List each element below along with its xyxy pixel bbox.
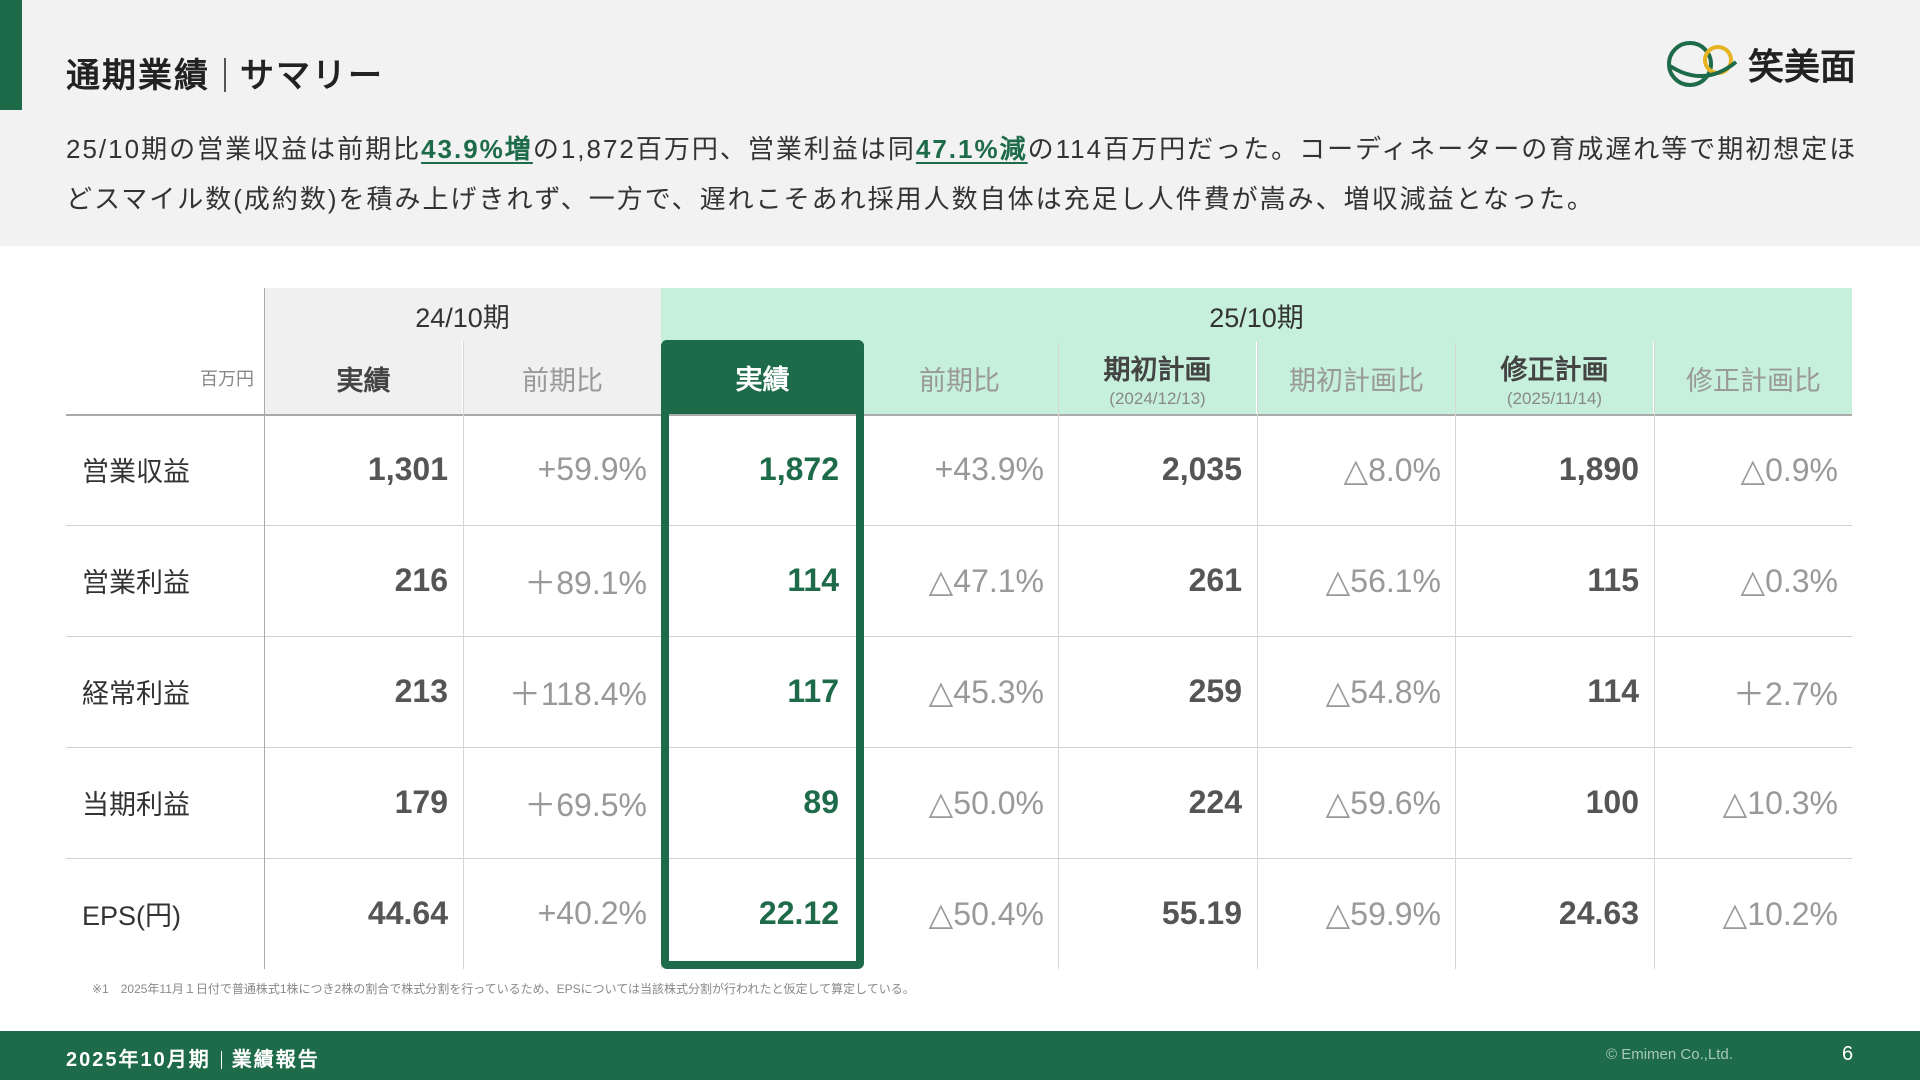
page-title: 通期業績 サマリー xyxy=(66,48,384,97)
column-header-label: 実績 xyxy=(336,365,391,396)
summary-text: 25/10期の営業収益は前期比43.9%増の1,872百万円、営業利益は同47.… xyxy=(66,124,1866,224)
table-cell: 117 xyxy=(787,673,839,709)
table-cell: 259 xyxy=(1188,673,1242,709)
table-cell: △10.3% xyxy=(1722,784,1838,821)
footer-title: 2025年10月期 業績報告 xyxy=(66,1043,320,1072)
table-cell: 22.12 xyxy=(758,895,839,931)
table-cell: 216 xyxy=(394,562,448,598)
row-label: 営業利益 xyxy=(82,568,190,598)
highlight-column-header: 実績 xyxy=(661,340,864,414)
unit-label: 百万円 xyxy=(200,369,254,389)
footnote: ※1 2025年11月１日付で普通株式1株につき2株の割合で株式分割を行っている… xyxy=(92,982,915,996)
table-cell: 55.19 xyxy=(1161,895,1242,931)
logo-text: 笑美面 xyxy=(1748,47,1857,88)
column-divider xyxy=(860,414,861,969)
column-divider xyxy=(1455,414,1456,969)
table-cell: +43.9% xyxy=(934,451,1044,487)
table-cell: ＋89.1% xyxy=(524,564,647,601)
table-cell: 1,872 xyxy=(758,451,839,487)
table-cell: 2,035 xyxy=(1161,451,1242,487)
title-sub: サマリー xyxy=(240,57,384,95)
period-header-prev: 24/10期 xyxy=(264,288,661,342)
table-cell: △10.2% xyxy=(1722,895,1838,932)
column-header-label: 修正計画比 xyxy=(1686,365,1821,396)
column-divider xyxy=(463,414,464,969)
column-header: 修正計画 (2025/11/14) xyxy=(1455,342,1653,414)
table-cell: △8.0% xyxy=(1343,451,1441,488)
table-cell: 1,890 xyxy=(1558,451,1639,487)
title-main: 通期業績 xyxy=(66,57,210,95)
table-cell: 89 xyxy=(803,784,839,820)
row-label: 営業収益 xyxy=(82,457,190,487)
footer-separator xyxy=(220,1051,222,1069)
column-header-label: 修正計画 xyxy=(1500,354,1609,385)
table-cell: △45.3% xyxy=(928,673,1044,710)
row-label: EPS(円) xyxy=(82,901,182,931)
column-divider xyxy=(264,288,265,969)
summary-part: 25/10期の営業収益は前期比 xyxy=(66,134,422,164)
table-cell: 24.63 xyxy=(1558,895,1639,931)
page-number: 6 xyxy=(1842,1043,1854,1065)
column-header: 前期比 xyxy=(860,342,1058,414)
column-header-label: 期初計画比 xyxy=(1289,365,1424,396)
table-cell: △59.9% xyxy=(1325,895,1441,932)
column-header-date: (2025/11/14) xyxy=(1506,388,1603,408)
column-header: 前期比 xyxy=(463,342,661,414)
row-label: 当期利益 xyxy=(82,790,190,820)
table-cell: △0.9% xyxy=(1740,451,1838,488)
table-cell: ＋2.7% xyxy=(1733,675,1838,712)
table-cell: 100 xyxy=(1585,784,1639,820)
table-cell: △0.3% xyxy=(1740,562,1838,599)
column-header-label: 前期比 xyxy=(522,365,603,396)
column-header-date: (2024/12/13) xyxy=(1109,388,1206,408)
table-cell: △50.4% xyxy=(928,895,1044,932)
column-divider xyxy=(661,414,662,969)
summary-part: の1,872百万円、営業利益は同 xyxy=(532,134,916,164)
accent-bar xyxy=(0,0,22,110)
column-divider xyxy=(1058,414,1059,969)
table-cell: +40.2% xyxy=(537,895,647,931)
company-logo: 笑美面 xyxy=(1664,36,1856,92)
table-cell: 179 xyxy=(394,784,448,820)
table-cell: 114 xyxy=(787,562,839,598)
table-cell: 1,301 xyxy=(367,451,448,487)
period-header-curr: 25/10期 xyxy=(661,288,1852,342)
copyright: © Emimen Co.,Ltd. xyxy=(1606,1046,1733,1063)
table-cell: 44.64 xyxy=(367,895,448,931)
table-cell: +59.9% xyxy=(537,451,647,487)
column-header: 修正計画比 xyxy=(1654,342,1852,414)
logo-circles-icon xyxy=(1667,41,1738,87)
column-header: 実績 xyxy=(264,342,462,414)
table-cell: 213 xyxy=(394,673,448,709)
footer-bar: 2025年10月期 業績報告 © Emimen Co.,Ltd. 6 xyxy=(0,1031,1920,1080)
column-divider xyxy=(1257,414,1258,969)
column-header-label: 期初計画 xyxy=(1103,354,1212,385)
summary-highlight-profit: 47.1%減 xyxy=(915,134,1028,164)
footer-period: 2025年10月期 xyxy=(66,1049,211,1071)
table-cell: △56.1% xyxy=(1325,562,1441,599)
title-separator xyxy=(224,58,226,92)
column-header-label: 前期比 xyxy=(919,365,1000,396)
column-header: 期初計画比 xyxy=(1257,342,1455,414)
table-cell: 224 xyxy=(1188,784,1242,820)
table-cell: 261 xyxy=(1188,562,1242,598)
table-cell: 115 xyxy=(1587,562,1639,598)
table-cell: △47.1% xyxy=(928,562,1044,599)
table-cell: ＋118.4% xyxy=(508,675,647,712)
table-cell: △54.8% xyxy=(1325,673,1441,710)
column-header: 期初計画 (2024/12/13) xyxy=(1058,342,1256,414)
summary-highlight-revenue: 43.9%増 xyxy=(421,134,533,164)
table-cell: 114 xyxy=(1587,673,1639,709)
footer-report: 業績報告 xyxy=(231,1049,320,1071)
column-divider xyxy=(1654,414,1655,969)
table-cell: ＋69.5% xyxy=(524,786,647,823)
row-label: 経常利益 xyxy=(82,679,190,709)
table-cell: △59.6% xyxy=(1325,784,1441,821)
table-cell: △50.0% xyxy=(928,784,1044,821)
